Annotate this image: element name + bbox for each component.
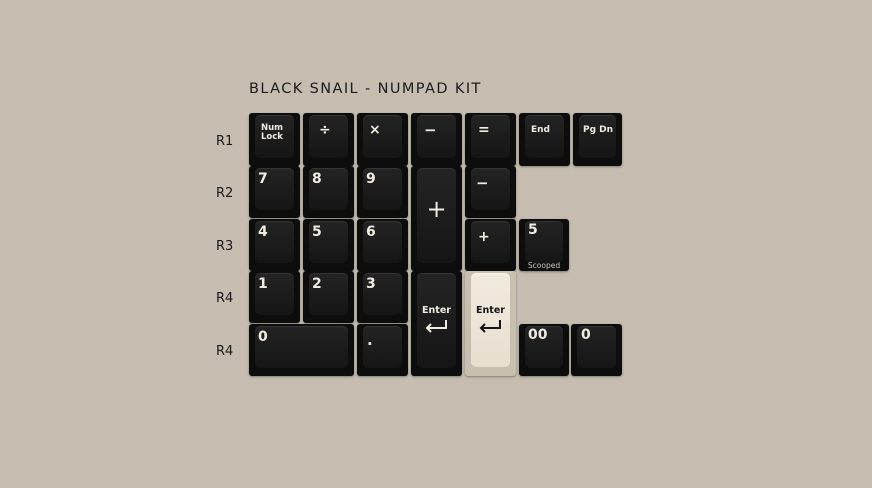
key-3[interactable]: 3 bbox=[357, 271, 408, 323]
key-minus-r1[interactable]: − bbox=[411, 113, 462, 166]
key-0-small[interactable]: 0 bbox=[571, 324, 622, 376]
key-end[interactable]: End bbox=[519, 113, 570, 166]
key-8-legend: 8 bbox=[312, 171, 322, 187]
enter-arrow-icon bbox=[479, 320, 501, 333]
scooped-label: Scooped bbox=[527, 261, 561, 270]
key-7-legend: 7 bbox=[258, 171, 268, 187]
key-5[interactable]: 5 bbox=[303, 219, 354, 271]
key-minus-r1-legend: − bbox=[424, 121, 437, 139]
key-4[interactable]: 4 bbox=[249, 219, 300, 271]
key-7[interactable]: 7 bbox=[249, 166, 300, 218]
key-9-legend: 9 bbox=[366, 171, 376, 187]
key-9[interactable]: 9 bbox=[357, 166, 408, 218]
key-0-wide-legend: 0 bbox=[258, 329, 268, 345]
row-label-r2: R2 bbox=[216, 186, 234, 201]
key-dot[interactable]: . bbox=[357, 324, 408, 376]
key-6-legend: 6 bbox=[366, 224, 376, 240]
key-equals[interactable]: = bbox=[465, 113, 516, 166]
key-minus-r2[interactable]: − bbox=[465, 166, 516, 218]
key-multiply[interactable]: × bbox=[357, 113, 408, 166]
key-4-legend: 4 bbox=[258, 224, 268, 240]
enter-arrow-icon bbox=[425, 320, 447, 333]
row-label-r1: R1 bbox=[216, 134, 234, 149]
key-end-legend: End bbox=[531, 125, 550, 135]
key-enter-black-legend: Enter bbox=[422, 305, 451, 316]
key-0-small-legend: 0 bbox=[581, 327, 591, 343]
key-num-lock-line2: Lock bbox=[261, 132, 283, 142]
key-multiply-legend: × bbox=[369, 122, 381, 138]
row-label-r4-bottom: R4 bbox=[216, 344, 234, 359]
key-dot-legend: . bbox=[367, 331, 373, 349]
key-2[interactable]: 2 bbox=[303, 271, 354, 323]
key-00-legend: 00 bbox=[528, 327, 548, 343]
row-label-r3: R3 bbox=[216, 239, 234, 254]
key-plus-tall[interactable]: + bbox=[411, 166, 462, 271]
key-enter-cream[interactable]: Enter bbox=[465, 271, 516, 376]
key-enter-cream-legend: Enter bbox=[476, 305, 505, 316]
key-00[interactable]: 00 bbox=[519, 324, 569, 376]
kit-title: BLACK SNAIL - NUMPAD KIT bbox=[249, 81, 482, 97]
key-plus-tall-legend: + bbox=[426, 195, 447, 223]
key-plus-small[interactable]: + bbox=[465, 219, 516, 271]
key-plus-small-legend: + bbox=[478, 229, 490, 245]
key-3-legend: 3 bbox=[366, 276, 376, 292]
key-num-lock[interactable]: Num Lock bbox=[249, 113, 300, 166]
key-5-scooped[interactable]: 5 Scooped bbox=[519, 219, 569, 271]
key-8[interactable]: 8 bbox=[303, 166, 354, 218]
key-1-legend: 1 bbox=[258, 276, 268, 292]
key-1[interactable]: 1 bbox=[249, 271, 300, 323]
key-0-wide[interactable]: 0 bbox=[249, 324, 354, 376]
key-6[interactable]: 6 bbox=[357, 219, 408, 271]
key-pg-dn-legend: Pg Dn bbox=[583, 125, 614, 135]
key-enter-black[interactable]: Enter bbox=[411, 271, 462, 376]
row-label-r4: R4 bbox=[216, 291, 234, 306]
key-divide-legend: ÷ bbox=[319, 122, 331, 138]
key-5-legend: 5 bbox=[312, 224, 322, 240]
key-equals-legend: = bbox=[478, 122, 490, 138]
key-2-legend: 2 bbox=[312, 276, 322, 292]
key-pg-dn[interactable]: Pg Dn bbox=[573, 113, 622, 166]
key-5-scooped-legend: 5 bbox=[528, 222, 538, 238]
key-divide[interactable]: ÷ bbox=[303, 113, 354, 166]
key-minus-r2-legend: − bbox=[476, 174, 489, 192]
